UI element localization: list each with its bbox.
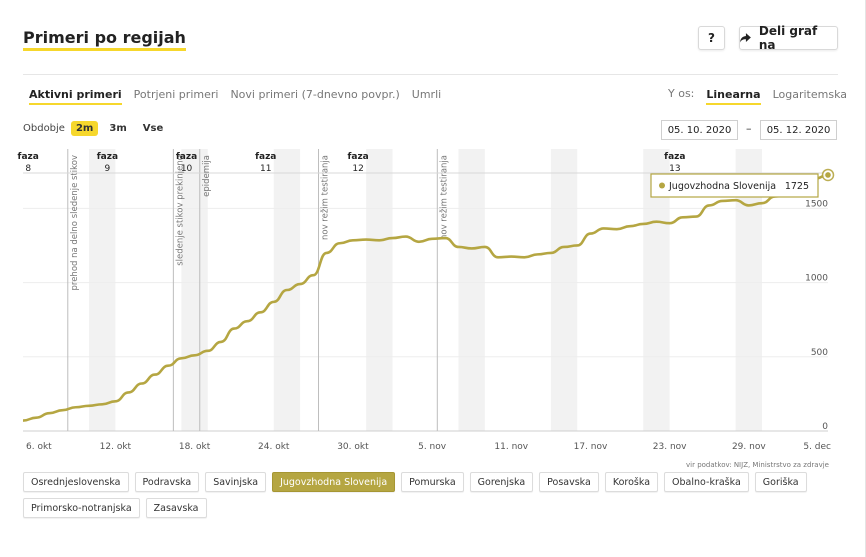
region-button[interactable]: Pomurska — [401, 472, 464, 492]
region-selector: Osrednjeslovenska Podravska Savinjska Jugov… — [23, 472, 823, 518]
share-button[interactable]: Deli graf na — [739, 24, 838, 52]
chart-card: Primeri po regijah ? Deli graf na Aktivn… — [0, 0, 866, 557]
region-button[interactable]: Podravska — [134, 472, 200, 492]
phase-label: faza — [347, 152, 368, 162]
x-tick-label: 5. nov — [418, 442, 447, 452]
x-tick-label: 17. nov — [574, 442, 608, 452]
tooltip-series-dot — [659, 182, 665, 189]
region-button[interactable]: Koroška — [604, 472, 659, 492]
x-tick-label: 12. okt — [100, 442, 132, 452]
x-tick-label: 6. okt — [26, 442, 52, 452]
share-arrow-icon — [740, 33, 751, 43]
region-button[interactable]: Osrednjeslovenska — [23, 472, 129, 492]
x-tick-label: 30. okt — [337, 442, 369, 452]
phase-label: faza — [664, 152, 685, 162]
x-tick-label: 23. nov — [653, 442, 687, 452]
tab-confirmed-cases[interactable]: Potrjeni primeri — [134, 87, 219, 105]
region-button[interactable]: Primorsko-notranjska — [23, 498, 140, 518]
x-tick-label: 29. nov — [732, 442, 766, 452]
x-tick-label: 5. dec — [803, 442, 831, 452]
y-tick-label: 1500 — [805, 199, 828, 209]
weekend-band — [88, 149, 116, 431]
phase-label: faza — [97, 152, 118, 162]
x-tick-label: 18. okt — [179, 442, 211, 452]
event-label: prehod na delno sledenje stikov — [70, 155, 80, 291]
y-axis-label: Y os: — [668, 87, 695, 100]
y-axis-log-option[interactable]: Logaritemska — [773, 87, 847, 105]
weekend-band — [458, 149, 485, 431]
region-button[interactable]: Posavska — [539, 472, 599, 492]
active-cases-chart[interactable]: 0500100015006. okt 12. okt 18. okt 24. okt 3… — [0, 145, 866, 460]
series-line-jugovzhodna — [22, 173, 829, 422]
region-button[interactable]: Jugovzhodna Slovenija — [272, 472, 396, 492]
tooltip-series-name: Jugovzhodna Slovenija — [668, 181, 776, 192]
event-label: nov režim testiranja — [321, 155, 331, 240]
divider — [23, 74, 838, 75]
region-button[interactable]: Savinjska — [205, 472, 267, 492]
region-button[interactable]: Obalno-kraška — [664, 472, 749, 492]
tab-active-cases[interactable]: Aktivni primeri — [29, 87, 122, 105]
date-to-input[interactable]: 05. 12. 2020 — [760, 120, 837, 140]
date-from-input[interactable]: 05. 10. 2020 — [661, 120, 738, 140]
y-axis-scale-control: Y os: Linearna Logaritemska — [668, 87, 847, 105]
period-label: Obdobje — [23, 123, 65, 134]
tab-deaths[interactable]: Umrli — [412, 87, 441, 105]
period-all-button[interactable]: Vse — [138, 121, 168, 136]
data-source-note: vir podatkov: NIJZ, Ministrstvo za zdrav… — [686, 461, 829, 469]
y-tick-label: 500 — [811, 348, 828, 358]
weekend-band — [366, 149, 393, 431]
event-label: nov režim testiranja — [439, 155, 449, 240]
weekend-band — [550, 149, 578, 431]
tooltip-value: 1725 — [785, 181, 809, 192]
phase-label: faza — [18, 152, 39, 162]
region-button[interactable]: Zasavska — [145, 498, 207, 518]
tab-new-cases[interactable]: Novi primeri (7-dnevno povpr.) — [230, 87, 399, 105]
region-button[interactable]: Goriška — [754, 472, 807, 492]
x-tick-label: 24. okt — [258, 442, 290, 452]
phase-label: faza — [255, 152, 276, 162]
metric-tabs: Aktivni primeri Potrjeni primeri Novi pr… — [29, 87, 441, 105]
event-label: epidemija — [202, 155, 212, 197]
page-title: Primeri po regijah — [23, 28, 186, 51]
date-separator: – — [746, 122, 752, 135]
y-tick-label: 1000 — [805, 274, 828, 284]
share-label: Deli graf na — [758, 24, 818, 52]
period-2m-button[interactable]: 2m — [70, 121, 99, 136]
help-button[interactable]: ? — [698, 26, 725, 50]
hover-point[interactable] — [825, 172, 831, 178]
y-axis-linear-option[interactable]: Linearna — [706, 87, 761, 105]
period-3m-button[interactable]: 3m — [104, 121, 131, 136]
x-tick-label: 11. nov — [494, 442, 528, 452]
region-button[interactable]: Gorenjska — [469, 472, 534, 492]
period-selector: Obdobje 2m 3m Vse — [23, 121, 168, 136]
phase-label: faza — [176, 152, 197, 162]
